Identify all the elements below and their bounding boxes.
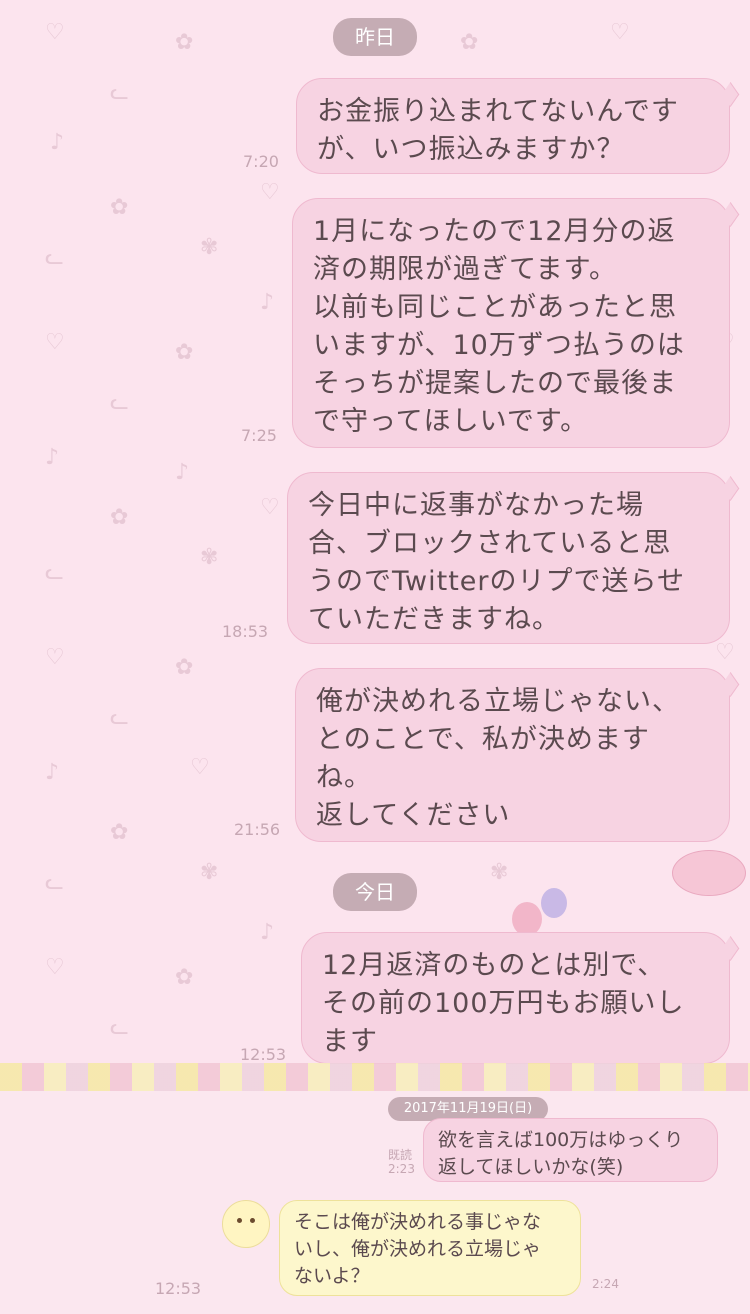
screenshot-received-time: 2:24 — [592, 1277, 619, 1291]
bunny-icon: ᓚ — [110, 1015, 129, 1040]
flower-icon: ✿ — [175, 340, 194, 365]
heart-icon: ♡ — [45, 955, 65, 980]
music-note-icon: ♪ — [50, 130, 65, 155]
music-note-icon: ♪ — [45, 445, 60, 470]
flower-icon: ✿ — [460, 30, 479, 55]
flower-icon: ✿ — [110, 820, 129, 845]
heart-icon: ♡ — [260, 495, 280, 520]
flower-icon: ✿ — [110, 195, 129, 220]
bunny-icon: ᓚ — [110, 705, 129, 730]
flower-icon: ✾ — [490, 860, 509, 885]
message-time: 7:25 — [241, 426, 277, 445]
flower-icon: ✿ — [175, 30, 194, 55]
message-time: 12:53 — [240, 1045, 287, 1064]
flower-icon: ✾ — [200, 235, 219, 260]
heart-icon: ♡ — [45, 645, 65, 670]
avatar-pompompurin-icon[interactable] — [222, 1200, 270, 1248]
footer-time: 12:53 — [155, 1279, 202, 1298]
screenshot-sent-bubble[interactable]: 欲を言えば100万はゆっくり 返してほしいかな(笑) — [423, 1118, 718, 1182]
flower-icon: ✿ — [110, 505, 129, 530]
bunny-icon: ᓚ — [45, 245, 64, 270]
message-bubble[interactable]: 1月になったので12月分の返 済の期限が過ぎてます。 以前も同じことがあったと思… — [292, 198, 730, 448]
flower-icon: ✾ — [200, 545, 219, 570]
bunny-icon: ᓚ — [110, 390, 129, 415]
balloon-icon — [541, 888, 567, 918]
flower-icon: ✿ — [175, 655, 194, 680]
heart-icon: ♡ — [190, 755, 210, 780]
decorative-band — [0, 1063, 750, 1091]
heart-icon: ♡ — [45, 20, 65, 45]
screenshot-sent-time: 2:23 — [388, 1162, 415, 1176]
music-note-icon: ♪ — [260, 290, 275, 315]
date-divider-today: 今日 — [333, 873, 417, 911]
message-bubble[interactable]: お金振り込まれてないんです が、いつ振込みますか？ — [296, 78, 730, 174]
message-time: 21:56 — [234, 820, 281, 839]
message-bubble[interactable]: 今日中に返事がなかった場 合、ブロックされていると思 うのでTwitterのリプ… — [287, 472, 730, 644]
heart-icon: ♡ — [45, 330, 65, 355]
bunny-icon: ᓚ — [45, 870, 64, 895]
flower-icon: ✾ — [200, 860, 219, 885]
date-divider-yesterday: 昨日 — [333, 18, 417, 56]
read-receipt: 既読 — [388, 1148, 413, 1162]
music-note-icon: ♪ — [45, 760, 60, 785]
heart-icon: ♡ — [715, 640, 735, 665]
my-melody-icon — [672, 850, 746, 896]
message-time: 7:20 — [243, 152, 279, 171]
bunny-icon: ᓚ — [45, 560, 64, 585]
heart-icon: ♡ — [260, 180, 280, 205]
bunny-icon: ᓚ — [110, 80, 129, 105]
message-bubble[interactable]: 俺が決めれる立場じゃない、 とのことで、私が決めます ね。 返してください — [295, 668, 730, 842]
screenshot-received-bubble[interactable]: そこは俺が決めれる事じゃな いし、俺が決めれる立場じゃ ないよ？ — [279, 1200, 581, 1296]
music-note-icon: ♪ — [260, 920, 275, 945]
music-note-icon: ♪ — [175, 460, 190, 485]
message-bubble[interactable]: 12月返済のものとは別で、 その前の100万円もお願いし ます — [301, 932, 730, 1064]
message-time: 18:53 — [222, 622, 269, 641]
flower-icon: ✿ — [175, 965, 194, 990]
heart-icon: ♡ — [610, 20, 630, 45]
balloon-icon — [512, 902, 542, 936]
